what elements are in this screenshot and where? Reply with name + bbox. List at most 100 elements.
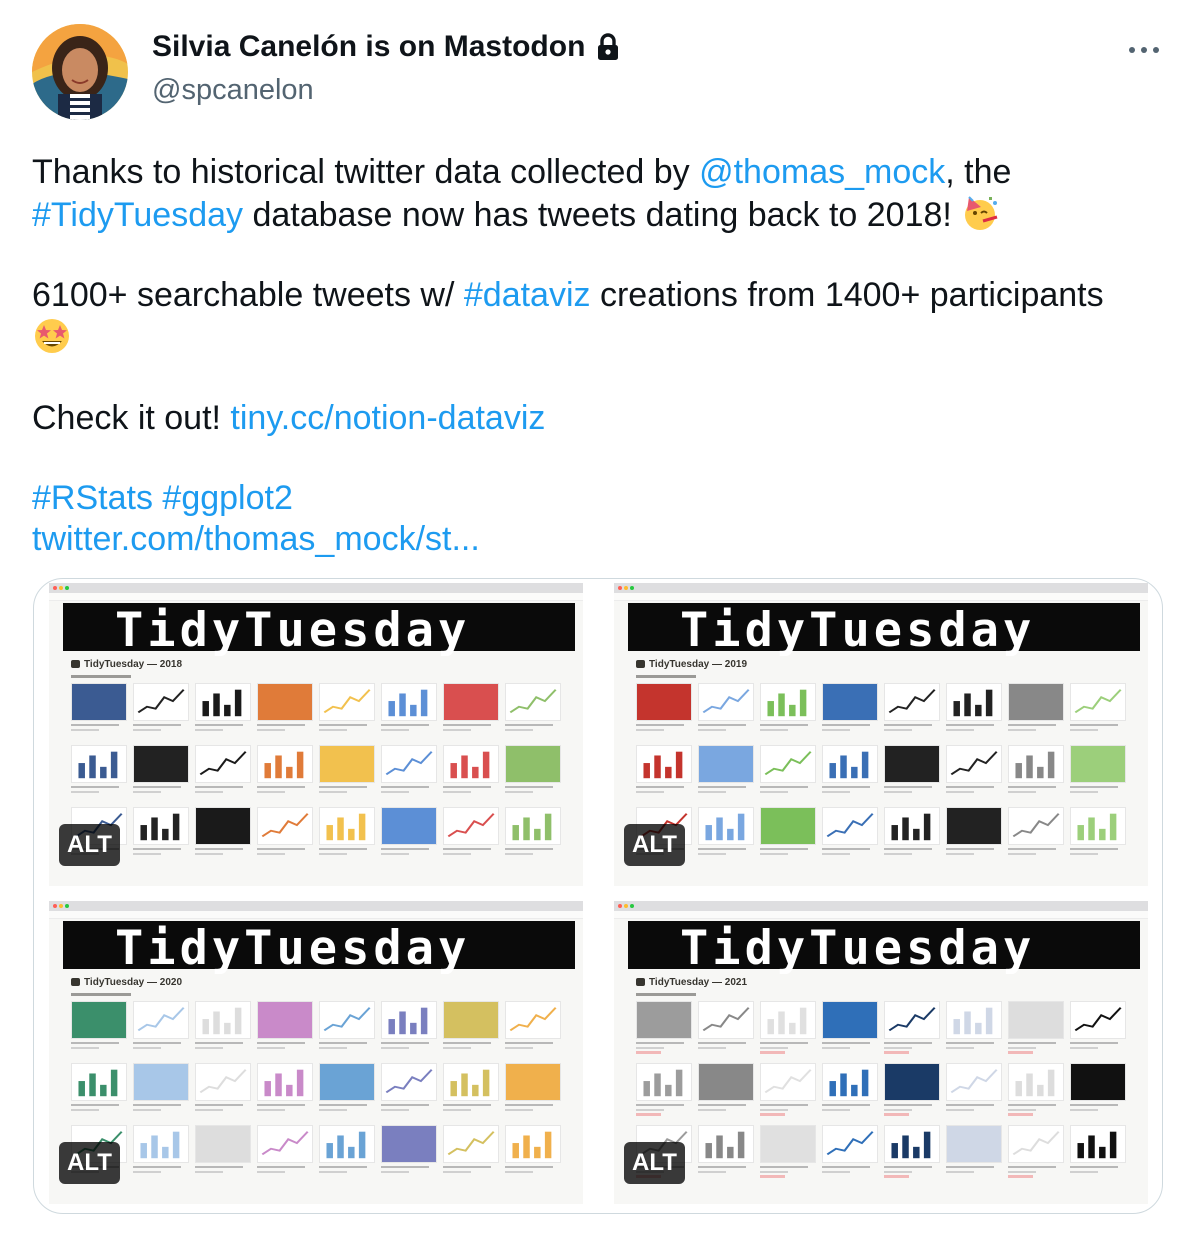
card-meta-line (505, 1047, 533, 1049)
card-title-line (822, 1042, 870, 1044)
gallery-card (884, 683, 940, 745)
card-title-line (71, 1104, 119, 1106)
card-meta-line (381, 729, 409, 731)
card-meta-line (822, 729, 850, 731)
alt-text-badge[interactable]: ALT (624, 824, 685, 866)
card-title-line (698, 1104, 746, 1106)
external-link[interactable]: tiny.cc/notion-dataviz (230, 399, 545, 437)
thumbnail-chart-icon (702, 689, 750, 714)
card-thumbnail (1070, 1063, 1126, 1101)
card-title-line (822, 724, 870, 726)
browser-toolbar (614, 583, 1148, 593)
thumbnail-chart-icon (450, 1069, 490, 1097)
card-thumbnail (698, 1001, 754, 1039)
media-image-2[interactable]: TidyTuesday TidyTuesday — 2019 ALT (614, 583, 1148, 886)
alt-text-badge[interactable]: ALT (59, 1142, 120, 1184)
card-meta-line (698, 1171, 726, 1173)
gallery-card (636, 745, 692, 807)
thumbnail-chart-icon (764, 1069, 812, 1094)
card-title-line (946, 724, 994, 726)
hashtag-dataviz-link[interactable]: #dataviz (464, 276, 591, 314)
card-thumbnail (822, 1063, 878, 1101)
card-title-line (1008, 724, 1056, 726)
more-horizontal-icon[interactable] (1126, 38, 1162, 62)
gallery-card (1008, 1063, 1064, 1125)
card-meta-line (133, 853, 161, 855)
card-meta-line (636, 1109, 664, 1111)
card-thumbnail (505, 1125, 561, 1163)
card-meta-line (443, 1109, 471, 1111)
card-thumbnail (257, 1063, 313, 1101)
card-title-line (257, 1042, 305, 1044)
card-thumbnail (319, 1125, 375, 1163)
card-thumbnail (319, 807, 375, 845)
card-thumbnail (381, 1125, 437, 1163)
card-title-line (1070, 1042, 1118, 1044)
card-tag (1008, 1175, 1034, 1178)
notion-screenshot: TidyTuesday TidyTuesday — 2019 (614, 583, 1148, 886)
card-meta-line (319, 1109, 347, 1111)
card-title-line (505, 1042, 553, 1044)
hashtag-ggplot2-link[interactable]: #ggplot2 (162, 479, 292, 517)
card-thumbnail (1070, 683, 1126, 721)
card-meta-line (1070, 791, 1098, 793)
card-thumbnail (319, 745, 375, 783)
card-title-line (133, 1166, 181, 1168)
card-meta-line (71, 791, 99, 793)
thumbnail-chart-icon (891, 813, 931, 841)
card-meta-line (257, 791, 285, 793)
card-meta-line (381, 1109, 409, 1111)
gallery-icon (636, 660, 645, 668)
gallery-card (760, 1063, 816, 1125)
gallery-card (1070, 745, 1126, 807)
card-thumbnail (195, 1063, 251, 1101)
card-title-line (381, 1166, 429, 1168)
banner-title: TidyTuesday (115, 603, 471, 658)
alt-text-badge[interactable]: ALT (59, 824, 120, 866)
gallery-card (381, 683, 437, 745)
card-meta-line (195, 853, 223, 855)
card-title-line (636, 786, 684, 788)
gallery-view-label (636, 993, 696, 996)
tweet-line-2: #TidyTuesday database now has tweets dat… (32, 193, 1172, 236)
quoted-tweet-link[interactable]: twitter.com/thomas_mock/st... (32, 520, 480, 558)
alt-text-badge[interactable]: ALT (624, 1142, 685, 1184)
media-image-4[interactable]: TidyTuesday TidyTuesday — 2021 ALT (614, 901, 1148, 1204)
gallery-card (1070, 1063, 1126, 1125)
media-image-3[interactable]: TidyTuesday TidyTuesday — 2020 ALT (49, 901, 583, 1204)
card-meta-line (1008, 729, 1036, 731)
card-meta-line (319, 729, 347, 731)
star-struck-emoji-icon (35, 319, 69, 353)
hashtag-rstats-link[interactable]: #RStats (32, 479, 153, 517)
author-display-name[interactable]: Silvia Canelón is on Mastodon (152, 30, 585, 64)
notion-toolbar (614, 593, 1148, 601)
card-thumbnail (443, 683, 499, 721)
avatar[interactable] (32, 24, 128, 120)
card-title-line (698, 1166, 746, 1168)
author-handle[interactable]: @spcanelon (152, 74, 314, 107)
gallery-grid (71, 683, 561, 883)
card-title-line (505, 1104, 553, 1106)
gallery-section-title: TidyTuesday — 2021 (636, 977, 747, 988)
card-meta-line (195, 729, 223, 731)
gallery-card (133, 807, 189, 869)
card-title-line (195, 1042, 243, 1044)
thumbnail-chart-icon (767, 689, 807, 717)
card-meta-line (1008, 1171, 1036, 1173)
thumbnail-chart-icon (137, 1007, 185, 1032)
hashtag-tidytuesday-link[interactable]: #TidyTuesday (32, 196, 243, 234)
thumbnail-chart-icon (1074, 1007, 1122, 1032)
close-dot-icon (53, 904, 57, 908)
media-image-1[interactable]: TidyTuesday TidyTuesday — 2018 ALT (49, 583, 583, 886)
card-meta-line (698, 1047, 726, 1049)
notion-toolbar (614, 911, 1148, 919)
card-title-line (319, 1166, 367, 1168)
card-meta-line (822, 791, 850, 793)
card-meta-line (884, 1047, 912, 1049)
maximize-dot-icon (65, 586, 69, 590)
card-thumbnail (319, 1001, 375, 1039)
card-meta-line (443, 791, 471, 793)
thumbnail-chart-icon (385, 751, 433, 776)
mention-link[interactable]: @thomas_mock (699, 153, 945, 191)
thumbnail-chart-icon (705, 1131, 745, 1159)
